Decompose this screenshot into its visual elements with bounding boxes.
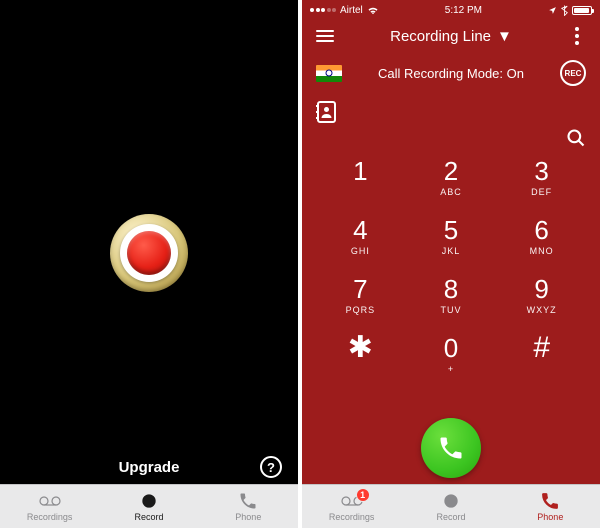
left-footer: Upgrade [0, 459, 298, 476]
key-hash[interactable]: # [501, 335, 582, 374]
phone-icon [538, 491, 562, 511]
tab-record[interactable]: Record [99, 485, 198, 528]
topbar-title[interactable]: Recording Line ▼ [390, 28, 512, 45]
tab-label: Recordings [329, 512, 375, 522]
menu-icon[interactable] [314, 25, 336, 47]
status-right [548, 5, 592, 16]
topbar: Recording Line ▼ [302, 18, 600, 54]
tab-label: Recordings [27, 512, 73, 522]
recordings-badge: 1 [356, 488, 370, 502]
title-text: Recording Line [390, 28, 491, 45]
key-2[interactable]: 2ABC [411, 158, 492, 197]
signal-icon [310, 8, 336, 12]
flag-icon[interactable] [316, 65, 342, 82]
rec-badge-icon[interactable]: REC [560, 60, 586, 86]
bluetooth-icon [561, 5, 568, 16]
key-star[interactable]: ✱ [320, 335, 401, 374]
help-icon[interactable]: ? [260, 456, 282, 478]
phone-icon [437, 434, 465, 462]
contacts-icon[interactable] [314, 100, 338, 124]
record-button-ring [120, 224, 178, 282]
record-button[interactable] [110, 214, 188, 292]
carrier-label: Airtel [340, 5, 363, 16]
status-bar: Airtel 5:12 PM [302, 0, 600, 18]
location-icon [548, 6, 557, 15]
key-8[interactable]: 8TUV [411, 276, 492, 315]
right-tabbar: 1 Recordings Record Phone [302, 484, 600, 528]
key-0[interactable]: 0+ [411, 335, 492, 374]
left-phone-screen: Upgrade ? Recordings Record Phone [0, 0, 298, 528]
record-dot-icon [137, 491, 161, 511]
key-1[interactable]: 1 [320, 158, 401, 197]
record-area [0, 0, 298, 528]
right-phone-screen: Airtel 5:12 PM Recording Line ▼ Call Rec… [302, 0, 600, 528]
key-9[interactable]: 9WXYZ [501, 276, 582, 315]
subhead: Call Recording Mode: On REC [302, 54, 600, 86]
key-7[interactable]: 7PQRS [320, 276, 401, 315]
dialpad: 1 2ABC 3DEF 4GHI 5JKL 6MNO 7PQRS 8TUV 9W… [302, 158, 600, 374]
more-icon[interactable] [566, 25, 588, 47]
chevron-down-icon: ▼ [497, 28, 512, 45]
voicemail-icon [38, 491, 62, 511]
record-dot-icon [439, 491, 463, 511]
tab-label: Record [436, 512, 465, 522]
wifi-icon [367, 6, 379, 15]
key-3[interactable]: 3DEF [501, 158, 582, 197]
left-tabbar: Recordings Record Phone [0, 484, 298, 528]
key-5[interactable]: 5JKL [411, 217, 492, 256]
status-time: 5:12 PM [445, 5, 482, 16]
phone-icon [236, 491, 260, 511]
tab-recordings[interactable]: 1 Recordings [302, 485, 401, 528]
tab-phone[interactable]: Phone [501, 485, 600, 528]
search-icon[interactable] [566, 128, 586, 148]
tab-label: Record [134, 512, 163, 522]
tab-record[interactable]: Record [401, 485, 500, 528]
key-4[interactable]: 4GHI [320, 217, 401, 256]
upgrade-button[interactable]: Upgrade [119, 459, 180, 476]
battery-icon [572, 6, 592, 15]
status-left: Airtel [310, 5, 379, 16]
record-button-wrap [110, 214, 188, 292]
tab-label: Phone [235, 512, 261, 522]
key-6[interactable]: 6MNO [501, 217, 582, 256]
record-button-core [127, 231, 171, 275]
tab-recordings[interactable]: Recordings [0, 485, 99, 528]
recording-mode-text: Call Recording Mode: On [378, 66, 524, 81]
tab-phone[interactable]: Phone [199, 485, 298, 528]
call-button[interactable] [421, 418, 481, 478]
tab-label: Phone [537, 512, 563, 522]
